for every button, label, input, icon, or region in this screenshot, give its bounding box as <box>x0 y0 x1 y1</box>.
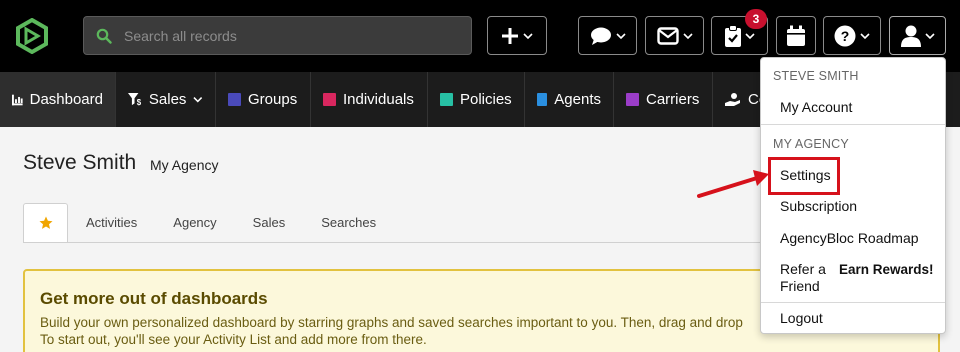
notification-badge: 3 <box>745 9 767 29</box>
chevron-down-icon <box>860 32 870 39</box>
dashboard-icon <box>12 94 23 105</box>
menu-agencybloc-roadmap[interactable]: AgencyBloc Roadmap <box>780 230 919 246</box>
refer-line-2: Friend <box>780 278 820 294</box>
user-dropdown-menu: STEVE SMITH My Account MY AGENCY Setting… <box>760 57 946 334</box>
nav-label: Dashboard <box>29 91 103 108</box>
mail-button[interactable] <box>645 16 704 55</box>
tab-agency[interactable]: Agency <box>155 203 234 242</box>
groups-color-icon <box>228 93 241 106</box>
page-title: Steve Smith <box>23 151 137 174</box>
nav-individuals[interactable]: Individuals <box>311 72 428 127</box>
svg-text:$: $ <box>137 98 142 107</box>
page-subtitle: My Agency <box>150 157 219 173</box>
envelope-icon <box>656 26 679 45</box>
tab-activities[interactable]: Activities <box>68 203 155 242</box>
menu-refer-a-friend[interactable]: Refer a Friend <box>780 261 826 295</box>
menu-divider <box>761 302 945 303</box>
svg-text:?: ? <box>841 28 850 44</box>
menu-my-account[interactable]: My Account <box>780 99 852 115</box>
nav-groups[interactable]: Groups <box>216 72 311 127</box>
global-search[interactable]: Search all records <box>83 16 472 55</box>
question-circle-icon: ? <box>834 25 856 46</box>
search-icon <box>84 28 124 44</box>
chevron-down-icon <box>682 32 693 39</box>
nav-agents[interactable]: Agents <box>525 72 614 127</box>
chevron-down-icon <box>523 32 533 39</box>
carriers-color-icon <box>626 93 639 106</box>
nav-label: Individuals <box>343 91 414 108</box>
policies-color-icon <box>440 93 453 106</box>
help-button[interactable]: ? <box>823 16 881 55</box>
menu-divider <box>761 124 945 125</box>
chevron-down-icon <box>615 32 626 39</box>
funnel-icon: $ <box>128 92 142 107</box>
dropdown-user-header: STEVE SMITH <box>773 69 859 83</box>
add-new-button[interactable] <box>487 16 547 55</box>
chevron-down-icon <box>924 32 935 39</box>
earn-rewards-label[interactable]: Earn Rewards! <box>839 262 934 277</box>
calendar-button[interactable] <box>776 16 816 55</box>
calendar-icon <box>787 25 805 46</box>
messages-button[interactable] <box>578 16 637 55</box>
menu-logout[interactable]: Logout <box>780 310 823 326</box>
dropdown-agency-header: MY AGENCY <box>773 137 849 151</box>
agencybloc-logo[interactable] <box>14 18 50 54</box>
nav-sales[interactable]: $ Sales <box>116 72 216 127</box>
nav-label: Groups <box>248 91 298 108</box>
tab-favorites[interactable] <box>23 203 68 242</box>
chat-bubble-icon <box>590 27 611 45</box>
nav-label: Policies <box>460 91 512 108</box>
individuals-color-icon <box>323 93 336 106</box>
nav-label: Carriers <box>646 91 700 108</box>
search-input[interactable]: Search all records <box>124 28 237 44</box>
tab-sales[interactable]: Sales <box>235 203 304 242</box>
nav-policies[interactable]: Policies <box>428 72 525 127</box>
nav-dashboard[interactable]: Dashboard <box>0 72 116 127</box>
dashboard-tabs: Activities Agency Sales Searches <box>23 203 394 242</box>
nav-carriers[interactable]: Carriers <box>614 72 713 127</box>
tab-searches[interactable]: Searches <box>303 203 394 242</box>
star-icon <box>39 216 52 229</box>
agents-color-icon <box>537 93 548 106</box>
nav-label: Sales <box>148 91 187 108</box>
chevron-down-icon <box>744 32 755 39</box>
refer-line-1: Refer a <box>780 261 826 277</box>
settings-highlight-box <box>768 157 840 195</box>
nav-label: Agents <box>554 91 601 108</box>
menu-subscription[interactable]: Subscription <box>780 198 857 214</box>
chevron-down-icon <box>193 97 203 103</box>
hand-coin-icon <box>725 93 740 106</box>
plus-icon <box>502 27 518 44</box>
user-menu-button[interactable] <box>889 16 946 55</box>
user-icon <box>900 25 921 47</box>
annotation-arrow-icon <box>697 170 769 198</box>
clipboard-check-icon <box>724 24 741 47</box>
